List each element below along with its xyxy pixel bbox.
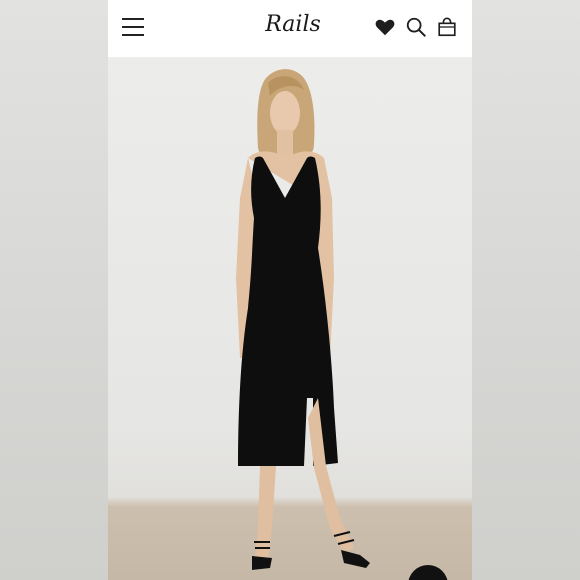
model-figure — [236, 69, 370, 570]
search-icon[interactable] — [405, 16, 427, 38]
heart-icon[interactable] — [374, 16, 396, 38]
bag-icon[interactable] — [436, 16, 458, 38]
outer-background-right — [472, 0, 580, 580]
menu-icon[interactable] — [122, 18, 144, 36]
site-header: Rails — [108, 0, 472, 58]
brand-logo[interactable]: Rails — [258, 12, 328, 37]
product-image[interactable] — [108, 58, 472, 580]
mobile-page: Rails — [108, 0, 472, 580]
outer-background-left — [0, 0, 108, 580]
